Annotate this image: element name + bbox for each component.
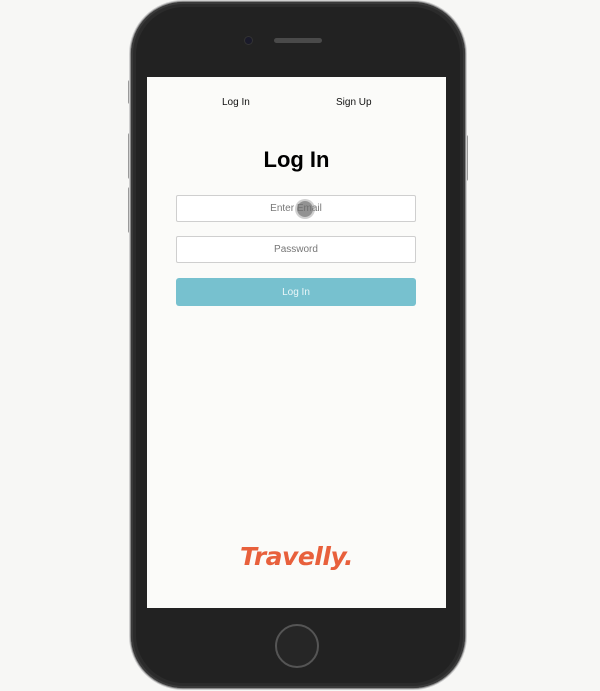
speaker-grille xyxy=(274,38,322,43)
touch-cursor-indicator xyxy=(297,201,313,217)
travelly-logo: Travelly. xyxy=(240,542,353,571)
page-title: Log In xyxy=(263,147,330,172)
camera-icon xyxy=(245,37,252,44)
password-field[interactable] xyxy=(176,236,416,263)
login-button[interactable]: Log In xyxy=(176,278,416,306)
nav-login-link[interactable]: Log In xyxy=(222,97,250,108)
app-screen: Log In Sign Up Log In Log In Travelly. xyxy=(147,77,446,608)
home-button[interactable] xyxy=(275,624,319,668)
top-nav: Log In Sign Up xyxy=(147,97,446,113)
email-field[interactable] xyxy=(176,195,416,222)
nav-signup-link[interactable]: Sign Up xyxy=(336,97,372,108)
stage: Log In Sign Up Log In Log In Travelly. xyxy=(0,0,600,691)
